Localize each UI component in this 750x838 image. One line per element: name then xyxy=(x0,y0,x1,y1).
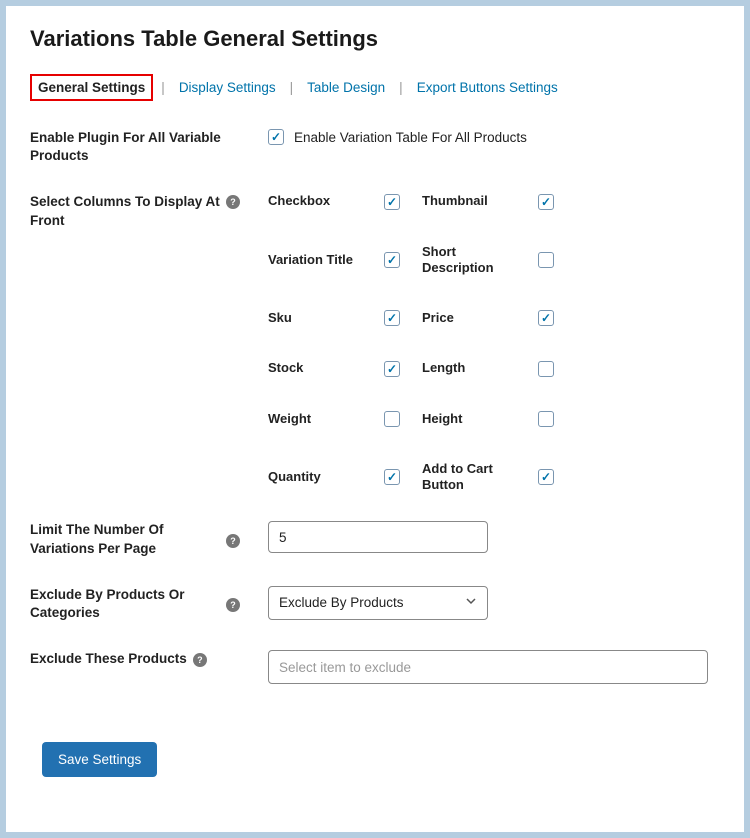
help-icon[interactable]: ? xyxy=(226,598,240,612)
label-limit: Limit The Number Of Variations Per Page … xyxy=(30,521,240,557)
label-enable-all-products: Enable Variation Table For All Products xyxy=(294,130,527,145)
column-checkbox[interactable] xyxy=(538,310,554,326)
chevron-down-icon xyxy=(465,595,477,610)
placeholder-text: Select item to exclude xyxy=(279,660,411,675)
column-label: Stock xyxy=(268,360,376,376)
column-checkbox[interactable] xyxy=(538,361,554,377)
tab-separator: | xyxy=(399,80,403,95)
tab-export-buttons-settings[interactable]: Export Buttons Settings xyxy=(411,76,564,99)
column-checkbox[interactable] xyxy=(538,411,554,427)
row-enable-all: Enable Plugin For All Variable Products … xyxy=(30,129,720,165)
column-label: Price xyxy=(422,310,530,326)
help-icon[interactable]: ? xyxy=(226,534,240,548)
column-checkbox[interactable] xyxy=(538,194,554,210)
row-select-columns: Select Columns To Display At Front ? Che… xyxy=(30,193,720,493)
tab-table-design[interactable]: Table Design xyxy=(301,76,391,99)
save-button[interactable]: Save Settings xyxy=(42,742,157,777)
label-exclude-by: Exclude By Products Or Categories ? xyxy=(30,586,240,622)
column-checkbox[interactable] xyxy=(384,411,400,427)
tab-separator: | xyxy=(161,80,165,95)
column-checkbox[interactable] xyxy=(384,194,400,210)
exclude-products-input[interactable]: Select item to exclude xyxy=(268,650,708,684)
page-title: Variations Table General Settings xyxy=(30,26,720,52)
row-exclude-products: Exclude These Products ? Select item to … xyxy=(30,650,720,684)
help-icon[interactable]: ? xyxy=(193,653,207,667)
column-checkbox[interactable] xyxy=(538,469,554,485)
column-label: Checkbox xyxy=(268,193,376,209)
settings-panel: Variations Table General Settings Genera… xyxy=(6,6,744,832)
column-label: Short Description xyxy=(422,244,530,277)
column-checkbox[interactable] xyxy=(384,252,400,268)
column-label: Add to Cart Button xyxy=(422,461,530,494)
tab-display-settings[interactable]: Display Settings xyxy=(173,76,282,99)
column-checkbox[interactable] xyxy=(384,361,400,377)
exclude-by-select[interactable]: Exclude By Products xyxy=(268,586,488,620)
column-label: Quantity xyxy=(268,469,376,485)
column-label: Variation Title xyxy=(268,252,376,268)
column-label: Weight xyxy=(268,411,376,427)
column-checkbox[interactable] xyxy=(538,252,554,268)
label-select-columns: Select Columns To Display At Front ? xyxy=(30,193,240,229)
column-label: Height xyxy=(422,411,530,427)
limit-input[interactable] xyxy=(268,521,488,553)
row-limit: Limit The Number Of Variations Per Page … xyxy=(30,521,720,557)
column-label: Sku xyxy=(268,310,376,326)
tab-general-settings[interactable]: General Settings xyxy=(30,74,153,101)
columns-grid: Checkbox Thumbnail Variation Title Short De… xyxy=(268,193,720,493)
label-enable-all: Enable Plugin For All Variable Products xyxy=(30,129,240,165)
checkbox-enable-all[interactable] xyxy=(268,129,284,145)
label-exclude-products: Exclude These Products ? xyxy=(30,650,240,668)
column-checkbox[interactable] xyxy=(384,469,400,485)
tabs-nav: General Settings | Display Settings | Ta… xyxy=(30,74,720,101)
row-exclude-by: Exclude By Products Or Categories ? Excl… xyxy=(30,586,720,622)
column-label: Length xyxy=(422,360,530,376)
column-label: Thumbnail xyxy=(422,193,530,209)
select-value: Exclude By Products xyxy=(279,595,404,610)
tab-separator: | xyxy=(290,80,294,95)
help-icon[interactable]: ? xyxy=(226,195,240,209)
column-checkbox[interactable] xyxy=(384,310,400,326)
